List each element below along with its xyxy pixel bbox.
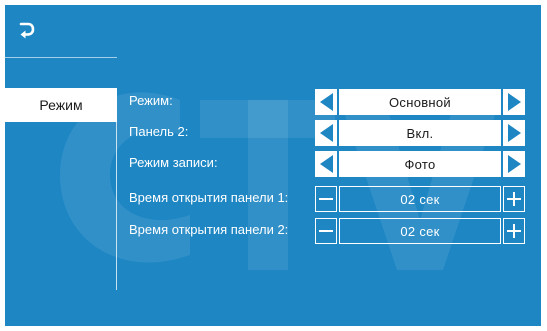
settings-screen: Режим Режим: Основной Панель 2: Вкл. Реж… bbox=[5, 5, 541, 326]
setting-row-panel1-open-time: Время открытия панели 1: 02 сек bbox=[129, 186, 529, 212]
minus-icon bbox=[319, 230, 333, 232]
setting-row-panel2-open-time: Время открытия панели 2: 02 сек bbox=[129, 218, 529, 244]
record-mode-selector: Фото bbox=[315, 151, 525, 177]
increase-button[interactable] bbox=[503, 218, 525, 244]
mode-selector: Основной bbox=[315, 89, 525, 115]
setting-value: 02 сек bbox=[339, 186, 501, 212]
setting-value: Фото bbox=[339, 151, 501, 177]
sidebar-divider bbox=[5, 57, 117, 58]
minus-icon bbox=[319, 198, 333, 200]
arrow-right-icon bbox=[507, 93, 521, 111]
setting-row-panel2: Панель 2: Вкл. bbox=[129, 120, 529, 146]
plus-icon bbox=[507, 224, 521, 238]
setting-row-record-mode: Режим записи: Фото bbox=[129, 151, 529, 177]
arrow-left-icon bbox=[319, 124, 333, 142]
sidebar-item-mode[interactable]: Режим bbox=[5, 88, 117, 122]
arrow-right-icon bbox=[507, 155, 521, 173]
sidebar-item-label: Режим bbox=[39, 97, 83, 113]
setting-row-mode: Режим: Основной bbox=[129, 89, 529, 115]
decrease-button[interactable] bbox=[315, 218, 337, 244]
setting-label: Панель 2: bbox=[129, 124, 189, 139]
next-button[interactable] bbox=[503, 89, 525, 115]
panel2-time-stepper: 02 сек bbox=[315, 218, 525, 244]
return-arrow-icon[interactable] bbox=[17, 20, 35, 42]
arrow-left-icon bbox=[319, 155, 333, 173]
panel2-selector: Вкл. bbox=[315, 120, 525, 146]
next-button[interactable] bbox=[503, 120, 525, 146]
prev-button[interactable] bbox=[315, 89, 337, 115]
setting-label: Время открытия панели 1: bbox=[129, 190, 289, 205]
setting-value: 02 сек bbox=[339, 218, 501, 244]
setting-label: Режим: bbox=[129, 93, 173, 108]
arrow-right-icon bbox=[507, 124, 521, 142]
decrease-button[interactable] bbox=[315, 186, 337, 212]
setting-value: Основной bbox=[339, 89, 501, 115]
setting-label: Режим записи: bbox=[129, 155, 218, 170]
increase-button[interactable] bbox=[503, 186, 525, 212]
setting-value: Вкл. bbox=[339, 120, 501, 146]
prev-button[interactable] bbox=[315, 120, 337, 146]
setting-label: Время открытия панели 2: bbox=[129, 222, 289, 237]
prev-button[interactable] bbox=[315, 151, 337, 177]
panel1-time-stepper: 02 сек bbox=[315, 186, 525, 212]
next-button[interactable] bbox=[503, 151, 525, 177]
plus-icon bbox=[507, 192, 521, 206]
arrow-left-icon bbox=[319, 93, 333, 111]
